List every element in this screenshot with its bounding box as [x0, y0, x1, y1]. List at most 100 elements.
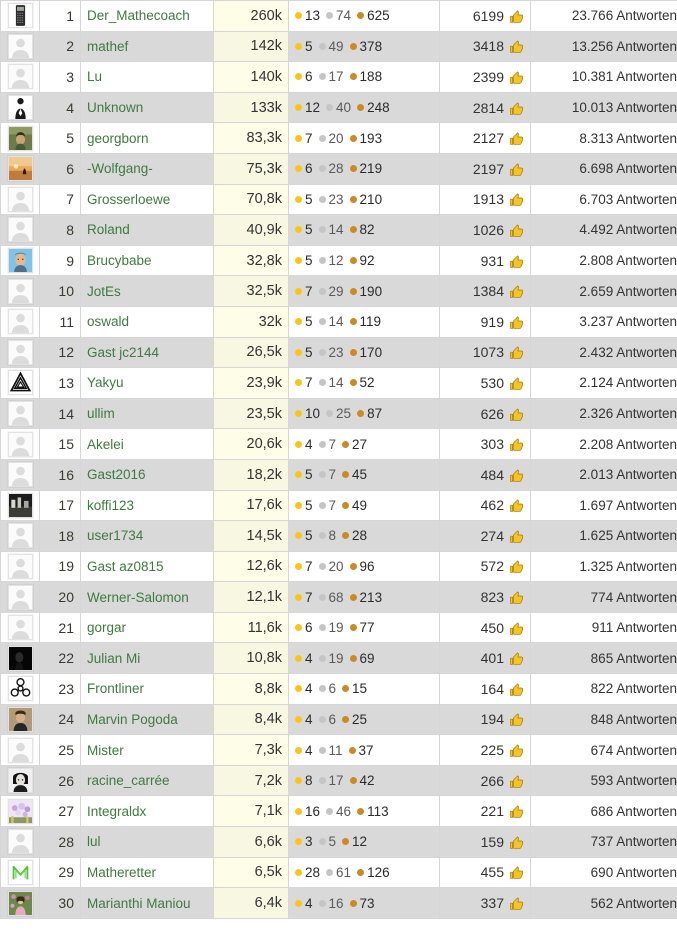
badges-cell[interactable]: 5 23 210: [288, 183, 440, 216]
bronze-badge-group[interactable]: 170: [349, 346, 382, 360]
username-link[interactable]: Julian Mi: [87, 651, 140, 666]
badges-cell[interactable]: 16 46 113: [288, 795, 440, 828]
bronze-badge-group[interactable]: 213: [349, 590, 382, 605]
silver-badge-group[interactable]: 49: [318, 40, 344, 54]
username-link[interactable]: -Wolfgang-: [87, 161, 153, 176]
username-cell[interactable]: Brucybabe: [80, 244, 214, 277]
silver-badge-group[interactable]: 14: [318, 315, 344, 329]
user-avatar-cell[interactable]: [0, 0, 40, 32]
gold-badge-group[interactable]: 7: [295, 590, 313, 605]
bronze-badge-group[interactable]: 113: [357, 804, 389, 819]
table-row[interactable]: 28 lul 6,6k 3 5 12 159 737 Antworten: [0, 826, 677, 858]
bronze-badge-group[interactable]: 378: [349, 40, 382, 54]
user-avatar-cell[interactable]: [0, 305, 40, 338]
user-avatar-cell[interactable]: [0, 734, 40, 766]
gold-badge-group[interactable]: 7: [295, 376, 313, 390]
silver-badge-group[interactable]: 7: [318, 437, 336, 452]
table-row[interactable]: 27 Integraldx 7,1k 16 46 113 221 686 Antworten: [0, 795, 677, 828]
table-row[interactable]: 20 Werner-Salomon 12,1k 7 68 213 823 774 Antwor…: [0, 581, 677, 613]
user-avatar-cell[interactable]: [0, 336, 40, 369]
username-link[interactable]: Unknown: [87, 100, 143, 115]
silver-badge-group[interactable]: 23: [318, 193, 344, 207]
silver-badge-group[interactable]: 20: [318, 560, 344, 574]
user-avatar-cell[interactable]: [0, 30, 40, 63]
username-link[interactable]: Akelei: [87, 437, 124, 452]
table-row[interactable]: 24 Marvin Pogoda 8,4k 4 6 25 194 848 Antworten: [0, 703, 677, 736]
username-cell[interactable]: Unknown: [80, 91, 214, 124]
bronze-badge-group[interactable]: 28: [342, 529, 367, 543]
user-avatar-cell[interactable]: [0, 244, 40, 277]
table-row[interactable]: 25 Mister 7,3k 4 11 37 225 674 Antworten: [0, 734, 677, 766]
username-link[interactable]: Gast2016: [87, 467, 146, 482]
username-link[interactable]: Brucybabe: [87, 253, 152, 268]
badges-cell[interactable]: 5 14 82: [288, 214, 440, 246]
gold-badge-group[interactable]: 28: [295, 866, 320, 880]
user-avatar-cell[interactable]: [0, 764, 40, 797]
silver-badge-group[interactable]: 5: [318, 835, 336, 849]
silver-badge-group[interactable]: 17: [318, 774, 344, 788]
silver-badge-group[interactable]: 11: [318, 743, 343, 758]
badges-cell[interactable]: 3 5 12: [288, 826, 440, 858]
username-cell[interactable]: Integraldx: [80, 795, 214, 828]
badges-cell[interactable]: 7 20 96: [288, 550, 440, 583]
user-avatar-cell[interactable]: [0, 275, 40, 307]
username-cell[interactable]: Gast jc2144: [80, 336, 214, 369]
username-cell[interactable]: JotEs: [80, 275, 214, 307]
bronze-badge-group[interactable]: 126: [357, 866, 390, 880]
user-avatar-cell[interactable]: [0, 122, 40, 154]
username-link[interactable]: JotEs: [87, 284, 121, 299]
bronze-badge-group[interactable]: 42: [349, 774, 375, 788]
username-link[interactable]: georgborn: [87, 131, 149, 146]
silver-badge-group[interactable]: 28: [318, 162, 344, 176]
silver-badge-group[interactable]: 29: [318, 284, 344, 299]
badges-cell[interactable]: 7 14 52: [288, 367, 440, 399]
silver-badge-group[interactable]: 68: [318, 590, 344, 605]
gold-badge-group[interactable]: 5: [295, 254, 313, 268]
username-link[interactable]: Yakyu: [87, 375, 124, 390]
username-link[interactable]: koffi123: [87, 498, 134, 513]
username-cell[interactable]: Gast2016: [80, 458, 214, 491]
silver-badge-group[interactable]: 23: [318, 346, 344, 360]
table-row[interactable]: 21 gorgar 11,6k 6 19 77 450 911 Antworten: [0, 611, 677, 644]
badges-cell[interactable]: 4 7 27: [288, 428, 440, 460]
username-link[interactable]: ullim: [87, 406, 115, 421]
gold-badge-group[interactable]: 4: [295, 743, 313, 758]
bronze-badge-group[interactable]: 25: [342, 713, 367, 727]
user-avatar-cell[interactable]: [0, 428, 40, 460]
user-avatar-cell[interactable]: [0, 611, 40, 644]
table-row[interactable]: 30 Marianthi Maniou 6,4k 4 16 73 337 562 Antwor…: [0, 887, 677, 919]
username-link[interactable]: Marianthi Maniou: [87, 896, 191, 911]
badges-cell[interactable]: 5 23 170: [288, 336, 440, 369]
silver-badge-group[interactable]: 20: [318, 131, 344, 146]
user-avatar-cell[interactable]: [0, 458, 40, 491]
table-row[interactable]: 26 racine_carrée 7,2k 8 17 42 266 593 Antworten: [0, 764, 677, 797]
silver-badge-group[interactable]: 7: [318, 468, 336, 482]
username-link[interactable]: user1734: [87, 528, 143, 543]
gold-badge-group[interactable]: 6: [295, 621, 313, 635]
silver-badge-group[interactable]: 16: [318, 896, 344, 911]
bronze-badge-group[interactable]: 96: [349, 560, 375, 574]
username-link[interactable]: mathef: [87, 39, 128, 54]
username-cell[interactable]: gorgar: [80, 611, 214, 644]
bronze-badge-group[interactable]: 119: [349, 315, 381, 329]
table-row[interactable]: 5 georgborn 83,3k 7 20 193 2127 8.313 Antworten: [0, 122, 677, 154]
username-link[interactable]: Der_Mathecoach: [87, 8, 190, 23]
username-cell[interactable]: Mister: [80, 734, 214, 766]
table-row[interactable]: 1 Der_Mathecoach 260k 13 74 625 6199 23.766 Ant…: [0, 0, 677, 32]
table-row[interactable]: 14 ullim 23,5k 10 25 87 626 2.326 Antworten: [0, 397, 677, 430]
bronze-badge-group[interactable]: 27: [342, 437, 367, 452]
user-avatar-cell[interactable]: [0, 795, 40, 828]
gold-badge-group[interactable]: 4: [295, 896, 313, 911]
username-cell[interactable]: Marvin Pogoda: [80, 703, 214, 736]
user-avatar-cell[interactable]: [0, 826, 40, 858]
bronze-badge-group[interactable]: 248: [357, 101, 390, 115]
user-avatar-cell[interactable]: [0, 489, 40, 522]
table-row[interactable]: 12 Gast jc2144 26,5k 5 23 170 1073 2.432 Antwor…: [0, 336, 677, 369]
username-cell[interactable]: Frontliner: [80, 673, 214, 705]
table-row[interactable]: 29 Matheretter 6,5k 28 61 126 455 690 Antworten: [0, 856, 677, 889]
user-avatar-cell[interactable]: [0, 642, 40, 675]
bronze-badge-group[interactable]: 12: [342, 835, 367, 849]
username-cell[interactable]: Gast az0815: [80, 550, 214, 583]
username-link[interactable]: oswald: [87, 314, 129, 329]
bronze-badge-group[interactable]: 87: [357, 407, 382, 421]
